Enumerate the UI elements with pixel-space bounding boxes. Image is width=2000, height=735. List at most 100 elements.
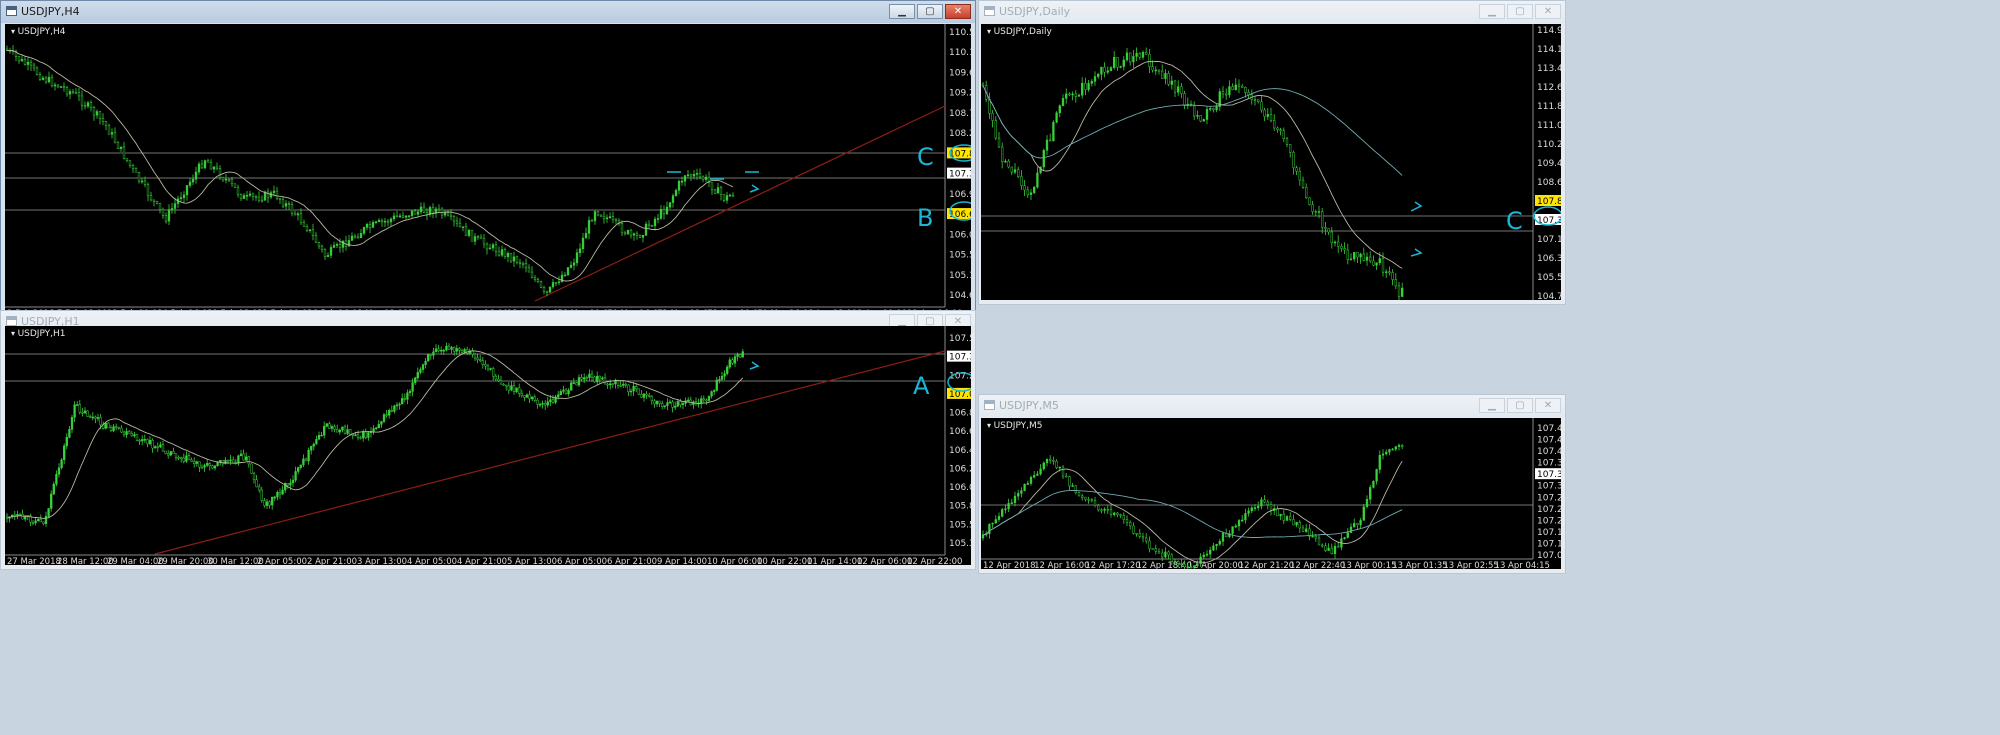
price-axis-label: 108.295 [949, 129, 971, 139]
daily-titlebar[interactable]: USDJPY,Daily ▁ ▢ ✕ [979, 1, 1565, 23]
daily-price-chart[interactable]: 114.980 114.190 113.410 112.620 111.840 111.0… [981, 24, 1561, 300]
candle-body [362, 431, 365, 439]
candle-body [47, 508, 50, 517]
price-axis-label: 106.435 [949, 446, 971, 456]
candle-body [236, 187, 240, 195]
candle-body [1375, 262, 1378, 266]
candle-body [1010, 502, 1013, 504]
candle-body [1055, 112, 1058, 123]
m5-price-chart[interactable]: 107.485 107.445107.405 107.365107.338 107.3… [981, 418, 1561, 569]
h1-symbol-label: USDJPY,H1 [11, 329, 66, 339]
candle-body [1394, 446, 1397, 450]
candle-body [676, 401, 679, 407]
candle-body [421, 364, 425, 370]
candle-body [509, 252, 513, 262]
candle-body [650, 225, 654, 227]
candle-body [1193, 565, 1196, 568]
candle-body [312, 443, 315, 447]
candle-body [1154, 69, 1157, 72]
candle-body [1039, 468, 1042, 475]
candle-body [1205, 553, 1209, 556]
candle-body [20, 59, 24, 62]
daily-chart-window[interactable]: USDJPY,Daily ▁ ▢ ✕ 114.980 114.190 113.410… [978, 0, 1566, 305]
candle-body [463, 349, 466, 353]
candle-body [1311, 204, 1314, 212]
m5-chart-window[interactable]: USDJPY,M5 ▁ ▢ ✕ 107.485107.445107.405107… [978, 394, 1566, 574]
candle-body [1212, 545, 1215, 551]
candle-body [598, 375, 601, 380]
candle-body [122, 431, 126, 435]
candle-body [1049, 139, 1052, 142]
candle-body [1231, 526, 1234, 534]
close-button[interactable]: ✕ [1535, 398, 1561, 413]
candle-body [698, 173, 702, 178]
candle-body [590, 220, 594, 222]
price-axis-label: 105.140 [949, 271, 971, 281]
candle-body [575, 382, 578, 386]
candle-body [416, 372, 419, 379]
candle-body [146, 184, 150, 196]
candle-body [1113, 57, 1116, 68]
candle-body [83, 410, 87, 414]
candle-body [401, 215, 405, 218]
minimize-button[interactable]: ▁ [1479, 4, 1505, 19]
m5-titlebar[interactable]: USDJPY,M5 ▁ ▢ ✕ [979, 395, 1565, 417]
h4-titlebar[interactable]: USDJPY,H4 ▁ ▢ ✕ [1, 1, 975, 23]
candle-body [218, 168, 222, 178]
candle-body [689, 174, 693, 177]
candle-body [1141, 536, 1145, 539]
candle-body [437, 208, 441, 211]
candle-body [182, 457, 185, 462]
time-axis-label: 6 Apr 05:00 [557, 557, 607, 565]
candle-body [374, 221, 378, 223]
candle-body [981, 534, 985, 539]
minimize-button[interactable]: ▁ [889, 4, 915, 19]
h4-price-chart[interactable]: 110.550 110.100 109.650 109.200 108.745 108.2… [5, 24, 971, 317]
candle-body [229, 459, 232, 462]
daily-chart-area[interactable]: 114.980 114.190 113.410 112.620 111.840 111.0… [981, 24, 1561, 300]
candle-body [545, 291, 549, 293]
price-axis-label: 106.010 [949, 483, 971, 493]
candle-body [1074, 93, 1077, 97]
h4-chart-area[interactable]: 110.550 110.100 109.650 109.200 108.745 108.2… [5, 24, 971, 317]
price-axis-label: 113.410 [1537, 64, 1561, 74]
candle-body [419, 369, 422, 373]
candle-body [1116, 512, 1119, 515]
candle-body [91, 416, 94, 419]
candle-body [233, 183, 237, 188]
candle-body [1042, 150, 1045, 168]
candle-body [39, 519, 42, 523]
minimize-button[interactable]: ▁ [1479, 398, 1505, 413]
candle-body [395, 215, 399, 218]
candle-body [1330, 231, 1333, 244]
candle-body [1362, 253, 1365, 261]
candle-body [1337, 241, 1340, 247]
candle-body [89, 416, 92, 418]
candle-body [521, 263, 525, 265]
candle-body [125, 158, 129, 161]
maximize-button[interactable]: ▢ [1507, 398, 1533, 413]
candle-body [343, 426, 347, 434]
candle-body [161, 209, 165, 216]
candle-body [429, 354, 432, 356]
candle-body [154, 446, 157, 449]
h1-price-chart[interactable]: 107.500107.338107.290107.065106.865106.6… [5, 326, 971, 565]
candle-body [1122, 515, 1125, 521]
h1-chart-area[interactable]: 107.500107.338107.290107.065106.865106.6… [5, 326, 971, 565]
candle-body [230, 179, 234, 185]
candle-body [1055, 460, 1058, 468]
h1-chart-window[interactable]: USDJPY,H1 ▁ ▢ ✕ 107.500107.338107.290107… [0, 310, 976, 570]
candle-body [719, 187, 723, 195]
close-button[interactable]: ✕ [1535, 4, 1561, 19]
m5-chart-area[interactable]: 107.485 107.445107.405 107.365107.338 107.3… [981, 418, 1561, 569]
candle-body [338, 429, 341, 433]
candle-body [1001, 509, 1004, 517]
h4-chart-window[interactable]: USDJPY,H4 ▁ ▢ ✕ 110.550 110.100 109.650 109… [0, 0, 976, 322]
candle-body [325, 423, 328, 427]
maximize-button[interactable]: ▢ [917, 4, 943, 19]
maximize-button[interactable]: ▢ [1507, 4, 1533, 19]
candle-body [572, 262, 576, 266]
candle-body [1177, 86, 1180, 93]
time-axis-label: 13 Apr 02:55 [1443, 561, 1498, 569]
close-button[interactable]: ✕ [945, 4, 971, 19]
